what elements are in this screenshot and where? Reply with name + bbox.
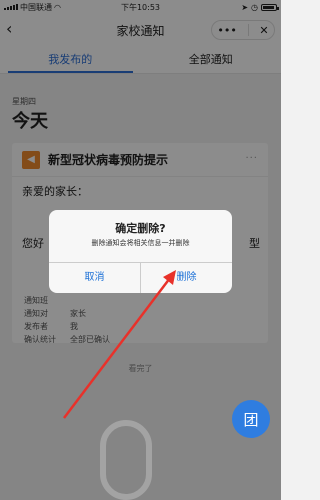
annotation-arrow [63, 270, 176, 419]
arrow-shaft [63, 277, 171, 419]
